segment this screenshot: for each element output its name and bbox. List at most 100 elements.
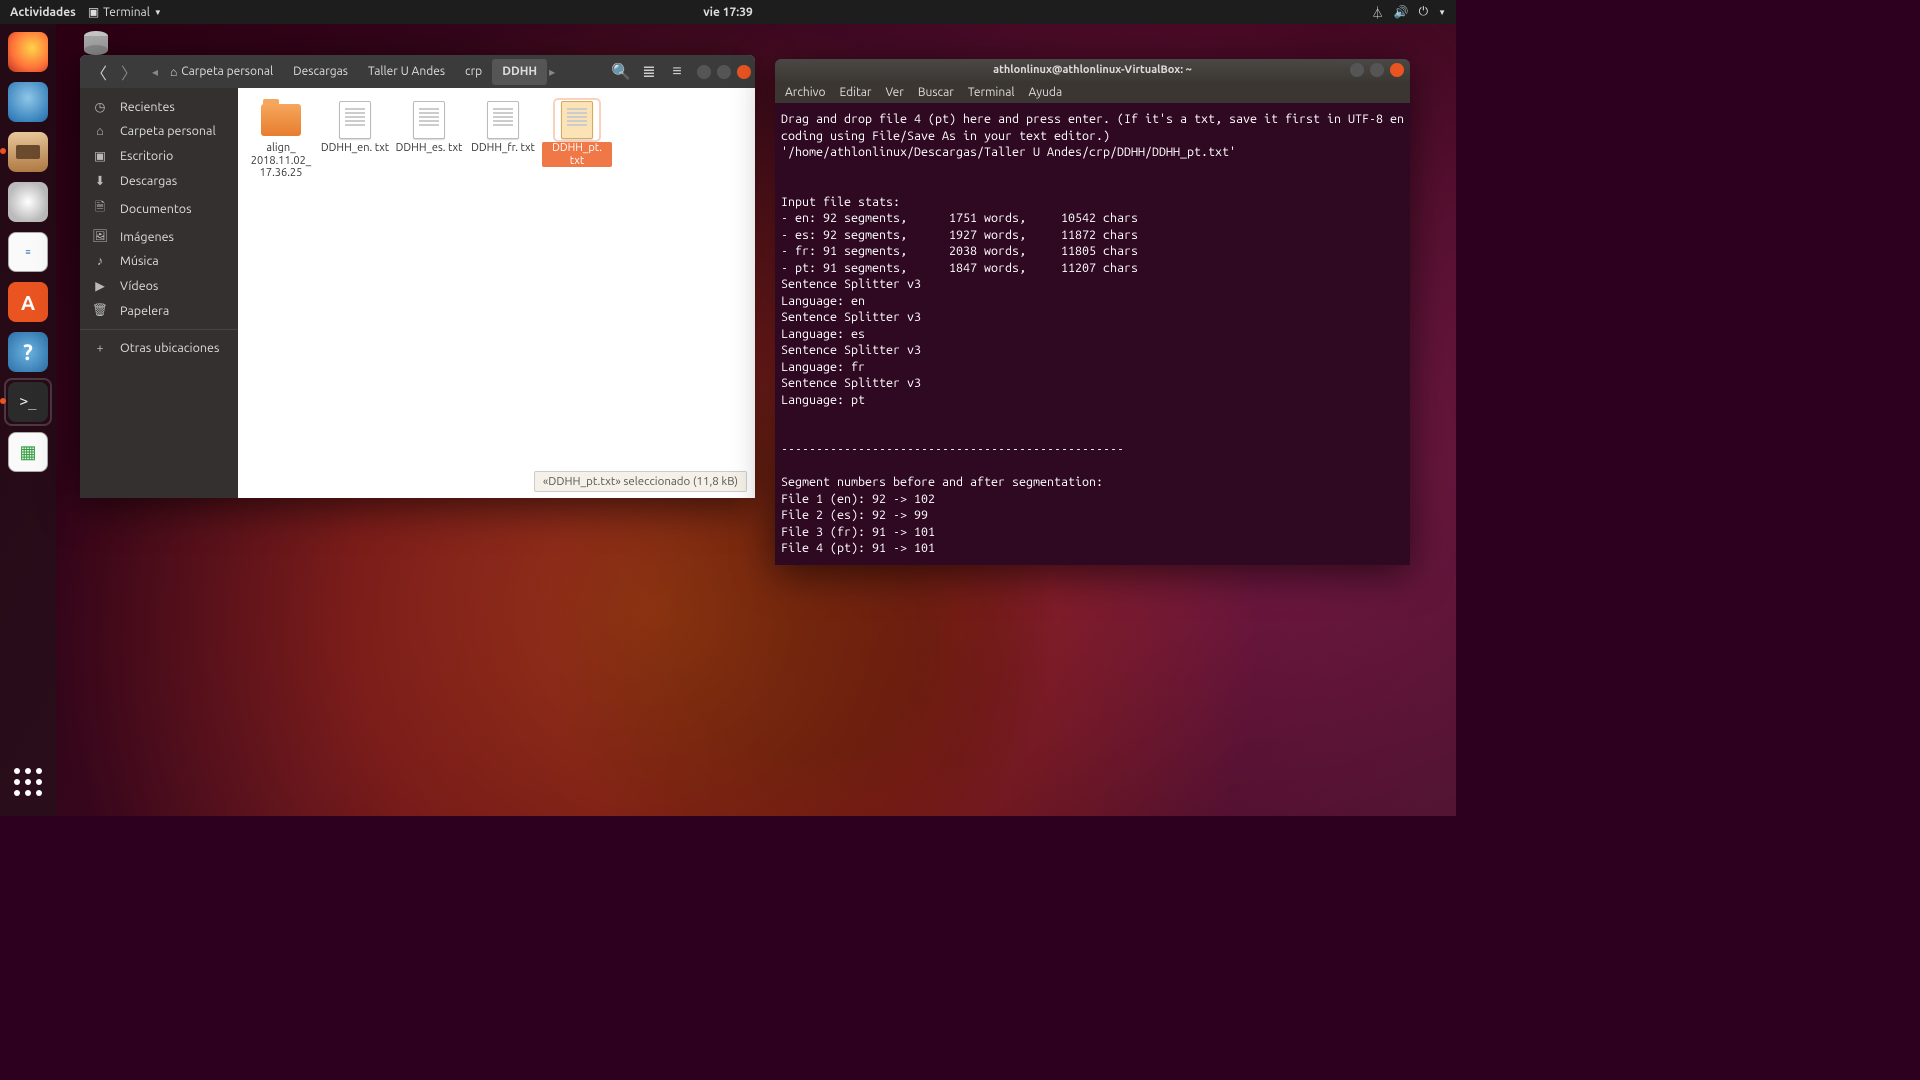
sidebar-item-label: Papelera: [120, 304, 169, 318]
dock-writer[interactable]: ≡: [6, 230, 50, 274]
sidebar-item-label: Música: [120, 254, 159, 268]
sidebar-item-descargas[interactable]: ⬇Descargas: [80, 168, 238, 193]
activities-button[interactable]: Actividades: [10, 6, 76, 19]
file-manager-window: 〈 〉 ◂ ⌂Carpeta personal Descargas Taller…: [80, 55, 755, 498]
menu-terminal[interactable]: Terminal: [968, 86, 1015, 99]
file-item[interactable]: DDHH_es. txt: [392, 96, 466, 184]
sidebar-item-recientes[interactable]: ◷ Recientes: [80, 94, 238, 119]
breadcrumb-descargas[interactable]: Descargas: [283, 59, 358, 85]
terminal-window: athlonlinux@athlonlinux-VirtualBox: ~ Ar…: [775, 59, 1410, 565]
sidebar-item-home[interactable]: ⌂ Carpeta personal: [80, 119, 238, 143]
text-file-icon: [333, 100, 377, 140]
power-icon[interactable]: ⏻: [1419, 5, 1429, 19]
dock-files[interactable]: [6, 130, 50, 174]
minimize-button[interactable]: [1350, 63, 1364, 77]
terminal-menubar: Archivo Editar Ver Buscar Terminal Ayuda: [775, 81, 1410, 103]
minimize-button[interactable]: [697, 65, 711, 79]
sidebar-item-musica[interactable]: ♪Música: [80, 249, 238, 273]
app-menu[interactable]: ▣ Terminal ▼: [88, 5, 162, 19]
breadcrumb-first-icon[interactable]: ◂: [150, 59, 160, 85]
text-file-icon: [555, 100, 599, 140]
top-panel: Actividades ▣ Terminal ▼ vie 17:39 ⏃ 🔊 ⏻…: [0, 0, 1456, 24]
download-icon: ⬇: [92, 173, 108, 188]
file-item[interactable]: DDHH_pt. txt: [540, 96, 614, 184]
sidebar-item-otras-ubicaciones[interactable]: + Otras ubicaciones: [80, 336, 238, 360]
close-button[interactable]: [1390, 63, 1404, 77]
show-applications-button[interactable]: [6, 760, 50, 804]
menu-editar[interactable]: Editar: [840, 86, 872, 99]
sidebar-separator: [80, 329, 238, 330]
file-manager-sidebar: ◷ Recientes ⌂ Carpeta personal ▣Escritorio…: [80, 88, 238, 498]
document-icon: 🗎: [92, 198, 108, 219]
dock-calc[interactable]: ▦: [6, 430, 50, 474]
forward-button[interactable]: 〉: [114, 59, 144, 85]
file-item[interactable]: DDHH_en. txt: [318, 96, 392, 184]
list-icon: ≣: [642, 62, 655, 81]
video-icon: ▶: [92, 278, 108, 293]
dock-terminal[interactable]: >_: [6, 380, 50, 424]
breadcrumb-home[interactable]: ⌂Carpeta personal: [160, 59, 283, 85]
file-label: DDHH_en. txt: [321, 142, 389, 155]
file-view[interactable]: align_ 2018.11.02_ 17.36.25 DDHH_en. txt D…: [238, 88, 755, 498]
terminal-icon: ▣: [88, 5, 99, 19]
terminal-title: athlonlinux@athlonlinux-VirtualBox: ~: [993, 64, 1192, 76]
dock-firefox[interactable]: [6, 30, 50, 74]
breadcrumb-overflow-icon[interactable]: ▸: [547, 59, 557, 85]
terminal-output[interactable]: Drag and drop file 4 (pt) here and press…: [775, 103, 1410, 565]
breadcrumb-label: DDHH: [502, 65, 537, 78]
network-icon[interactable]: ⏃: [1372, 4, 1384, 21]
file-label: DDHH_es. txt: [396, 142, 463, 155]
sidebar-item-label: Recientes: [120, 100, 175, 114]
sidebar-item-documentos[interactable]: 🗎 Documentos: [80, 193, 238, 224]
file-item[interactable]: align_ 2018.11.02_ 17.36.25: [244, 96, 318, 184]
sidebar-item-imagenes[interactable]: 🖼Imágenes: [80, 224, 238, 249]
dock-rhythmbox[interactable]: [6, 180, 50, 224]
sidebar-item-escritorio[interactable]: ▣Escritorio: [80, 143, 238, 168]
menu-icon: ≡: [672, 62, 681, 81]
home-icon: ⌂: [170, 65, 177, 79]
breadcrumb-ddhh[interactable]: DDHH: [492, 59, 547, 85]
menu-buscar[interactable]: Buscar: [918, 86, 954, 99]
dock: ≡ A ? >_ ▦: [0, 24, 56, 816]
menu-ver[interactable]: Ver: [885, 86, 903, 99]
breadcrumb-crp[interactable]: crp: [455, 59, 492, 85]
back-button[interactable]: 〈: [84, 59, 114, 85]
search-button[interactable]: 🔍: [607, 59, 635, 85]
desktop-icon: ▣: [92, 148, 108, 163]
menu-archivo[interactable]: Archivo: [785, 86, 826, 99]
breadcrumb-label: Descargas: [293, 65, 348, 78]
sidebar-item-papelera[interactable]: 🗑 Papelera: [80, 298, 238, 323]
file-label: align_ 2018.11.02_ 17.36.25: [246, 142, 316, 180]
sidebar-item-videos[interactable]: ▶Vídeos: [80, 273, 238, 298]
close-button[interactable]: [737, 65, 751, 79]
window-controls: [697, 65, 751, 79]
chevron-down-icon: ▼: [1438, 8, 1446, 17]
sidebar-item-label: Imágenes: [120, 230, 174, 244]
maximize-button[interactable]: [717, 65, 731, 79]
terminal-titlebar[interactable]: athlonlinux@athlonlinux-VirtualBox: ~: [775, 59, 1410, 81]
sidebar-item-label: Carpeta personal: [120, 124, 216, 138]
file-item[interactable]: DDHH_fr. txt: [466, 96, 540, 184]
volume-icon[interactable]: 🔊: [1394, 5, 1409, 19]
plus-icon: +: [92, 341, 108, 355]
file-manager-header: 〈 〉 ◂ ⌂Carpeta personal Descargas Taller…: [80, 55, 755, 88]
sidebar-item-label: Otras ubicaciones: [120, 341, 219, 355]
chevron-down-icon: ▼: [154, 8, 162, 17]
app-menu-label: Terminal: [103, 6, 150, 19]
hamburger-menu-button[interactable]: ≡: [663, 59, 691, 85]
text-file-icon: [407, 100, 451, 140]
dock-help[interactable]: ?: [6, 330, 50, 374]
dock-software[interactable]: A: [6, 280, 50, 324]
breadcrumb-taller[interactable]: Taller U Andes: [358, 59, 455, 85]
menu-ayuda[interactable]: Ayuda: [1029, 86, 1063, 99]
clock-icon: ◷: [92, 99, 108, 114]
clock[interactable]: vie 17:39: [703, 6, 753, 19]
dock-thunderbird[interactable]: [6, 80, 50, 124]
trash-icon: 🗑: [92, 303, 108, 318]
file-label: DDHH_pt. txt: [542, 142, 612, 167]
maximize-button[interactable]: [1370, 63, 1384, 77]
view-toggle-button[interactable]: ≣: [635, 59, 663, 85]
home-icon: ⌂: [92, 124, 108, 138]
breadcrumb: ◂ ⌂Carpeta personal Descargas Taller U A…: [150, 55, 607, 88]
sidebar-item-label: Documentos: [120, 202, 192, 216]
